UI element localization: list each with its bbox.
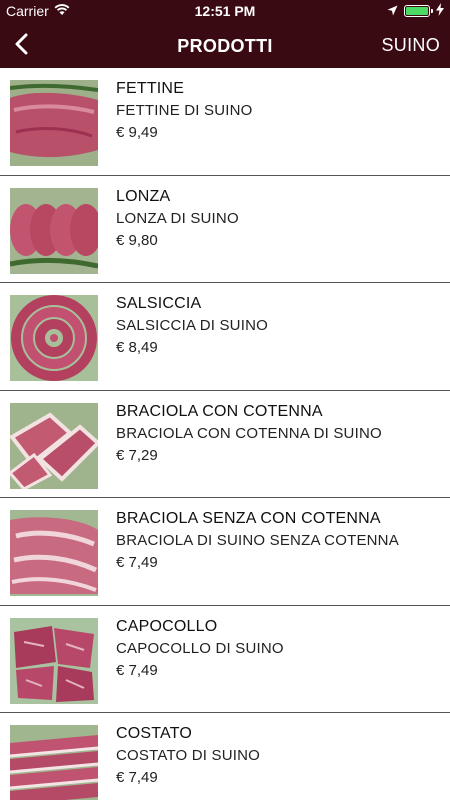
navigation-bar: PRODOTTI SUINO [0,24,450,68]
product-description: FETTINE DI SUINO [116,102,253,119]
location-arrow-icon [387,3,398,19]
top-bar: Carrier 12:51 PM PRODOTTI SUINO [0,0,450,68]
product-image-capocollo [10,617,98,704]
product-price: € 7,49 [116,769,158,786]
product-image-costato [10,725,98,800]
product-name: BRACIOLA SENZA CON COTENNA [116,510,381,527]
status-right [387,3,444,19]
list-item[interactable]: FETTINE FETTINE DI SUINO € 9,49 [0,68,450,176]
category-button[interactable]: SUINO [381,35,440,56]
battery-level [406,7,428,15]
product-description: BRACIOLA DI SUINO SENZA COTENNA [116,532,399,549]
product-price: € 7,49 [116,661,158,679]
product-name: CAPOCOLLO [116,617,218,635]
product-name: FETTINE [116,80,185,97]
product-price: € 7,49 [116,554,158,571]
product-image-braciola-con-cotenna [10,402,98,489]
product-description: CAPOCOLLO DI SUINO [116,639,284,657]
product-description: LONZA DI SUINO [116,209,239,227]
charging-bolt-icon [436,3,444,19]
battery-icon [404,5,433,17]
list-item[interactable]: BRACIOLA CON COTENNA BRACIOLA CON COTENN… [0,390,450,498]
product-image-fettine [10,80,98,166]
product-description: COSTATO DI SUINO [116,747,261,764]
product-price: € 7,29 [116,446,158,464]
list-item[interactable]: LONZA LONZA DI SUINO € 9,80 [0,175,450,283]
list-item[interactable]: COSTATO COSTATO DI SUINO € 7,49 [0,713,450,800]
product-image-braciola-senza-cotenna [10,510,98,596]
product-name: SALSICCIA [116,295,202,312]
status-time: 12:51 PM [194,3,256,19]
product-name: BRACIOLA CON COTENNA [116,402,323,420]
product-name: COSTATO [116,725,193,742]
status-bar: Carrier 12:51 PM [0,0,450,22]
product-image-salsiccia [10,295,98,381]
product-price: € 9,49 [116,124,158,141]
list-item[interactable]: BRACIOLA SENZA CON COTENNA BRACIOLA DI S… [0,498,450,606]
product-list: FETTINE FETTINE DI SUINO € 9,49 LONZA LO… [0,68,450,800]
product-description: SALSICCIA DI SUINO [116,317,268,334]
list-item[interactable]: SALSICCIA SALSICCIA DI SUINO € 8,49 [0,283,450,391]
product-price: € 9,80 [116,231,158,249]
list-item[interactable]: CAPOCOLLO CAPOCOLLO DI SUINO € 7,49 [0,605,450,713]
product-description: BRACIOLA CON COTENNA DI SUINO [116,424,382,442]
product-name: LONZA [116,187,171,205]
product-price: € 8,49 [116,339,158,356]
product-image-lonza [10,187,98,274]
